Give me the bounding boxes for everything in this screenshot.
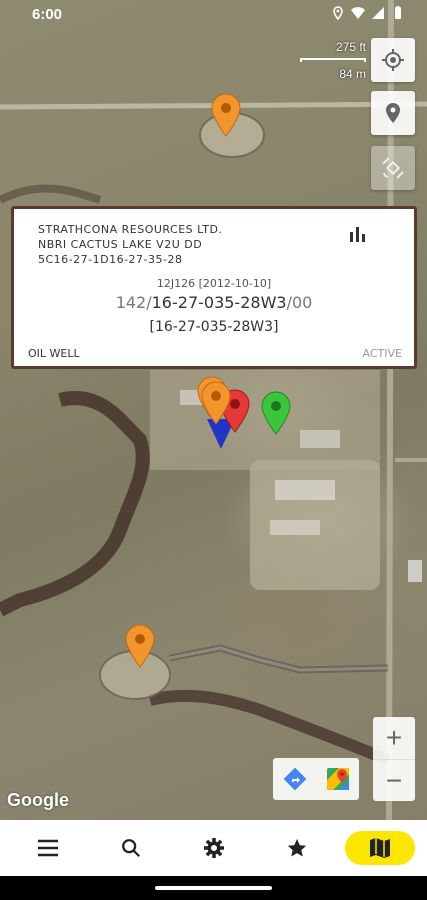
well-marker[interactable] bbox=[208, 92, 244, 138]
satellite-layer-button[interactable] bbox=[371, 146, 415, 190]
zoom-out-button[interactable]: − bbox=[373, 759, 415, 801]
well-marker[interactable] bbox=[122, 623, 158, 669]
well-type: OIL WELL bbox=[28, 347, 80, 360]
license-info: 12J126 [2012-10-10] bbox=[156, 277, 272, 290]
place-marker-button[interactable] bbox=[371, 91, 415, 135]
battery-icon bbox=[395, 6, 401, 19]
scale-feet: 275 ft bbox=[335, 40, 366, 54]
bar-chart-icon[interactable] bbox=[348, 224, 368, 244]
directions-icon bbox=[283, 767, 306, 791]
gesture-navigation-area bbox=[0, 876, 427, 900]
external-map-buttons bbox=[273, 758, 359, 800]
gesture-handle[interactable] bbox=[155, 886, 272, 890]
google-attribution: Google bbox=[7, 790, 69, 810]
nav-settings[interactable] bbox=[179, 831, 249, 865]
app-screen: 6:00 275 ft 84 m STRATHCONA RESOURCES LT… bbox=[0, 0, 427, 900]
well-location: 142/16-27-035-28W3/00 bbox=[14, 293, 414, 312]
settings-icon bbox=[203, 838, 224, 858]
google-maps-button[interactable] bbox=[316, 758, 359, 800]
star-icon bbox=[287, 838, 306, 857]
my-location-icon bbox=[382, 49, 404, 71]
google-maps-icon bbox=[326, 768, 349, 790]
map-icon bbox=[369, 838, 390, 858]
menu-icon bbox=[37, 839, 58, 857]
well-status: ACTIVE bbox=[362, 347, 402, 360]
my-location-button[interactable] bbox=[371, 38, 415, 82]
location-suffix: /00 bbox=[286, 293, 313, 312]
location-bracket: [16-27-035-28W3] bbox=[149, 319, 279, 335]
map-scale: 275 ft 84 m bbox=[300, 40, 366, 84]
location-prefix: 142/ bbox=[115, 293, 152, 312]
nav-map[interactable] bbox=[344, 831, 415, 865]
scale-meters: 84 m bbox=[339, 67, 366, 81]
nav-favorites[interactable] bbox=[262, 831, 332, 865]
status-time: 6:00 bbox=[32, 6, 63, 23]
signal-icon bbox=[372, 7, 384, 19]
satellite-layer-icon bbox=[382, 157, 404, 179]
well-marker[interactable] bbox=[258, 390, 294, 436]
scale-bar bbox=[300, 58, 366, 62]
nav-menu[interactable] bbox=[13, 831, 83, 865]
location-main: 16-27-035-28W3 bbox=[151, 293, 287, 312]
nav-search[interactable] bbox=[96, 831, 166, 865]
bottom-navigation bbox=[0, 820, 427, 876]
directions-button[interactable] bbox=[273, 758, 316, 800]
wifi-icon bbox=[351, 7, 365, 19]
place-marker-icon bbox=[386, 103, 400, 123]
status-bar: 6:00 bbox=[0, 0, 427, 30]
well-name: NBRI CACTUS LAKE V2U DD bbox=[38, 238, 203, 251]
company-name: STRATHCONA RESOURCES LTD. bbox=[38, 223, 223, 236]
well-marker[interactable] bbox=[198, 380, 234, 426]
zoom-in-button[interactable]: + bbox=[373, 717, 415, 759]
well-uwi: 5C16-27-1D16-27-35-28 bbox=[38, 253, 183, 266]
search-icon bbox=[121, 839, 140, 858]
well-info-card[interactable]: STRATHCONA RESOURCES LTD. NBRI CACTUS LA… bbox=[11, 206, 417, 369]
location-icon bbox=[333, 6, 343, 20]
status-icons bbox=[331, 6, 405, 20]
zoom-controls: + − bbox=[373, 717, 415, 801]
